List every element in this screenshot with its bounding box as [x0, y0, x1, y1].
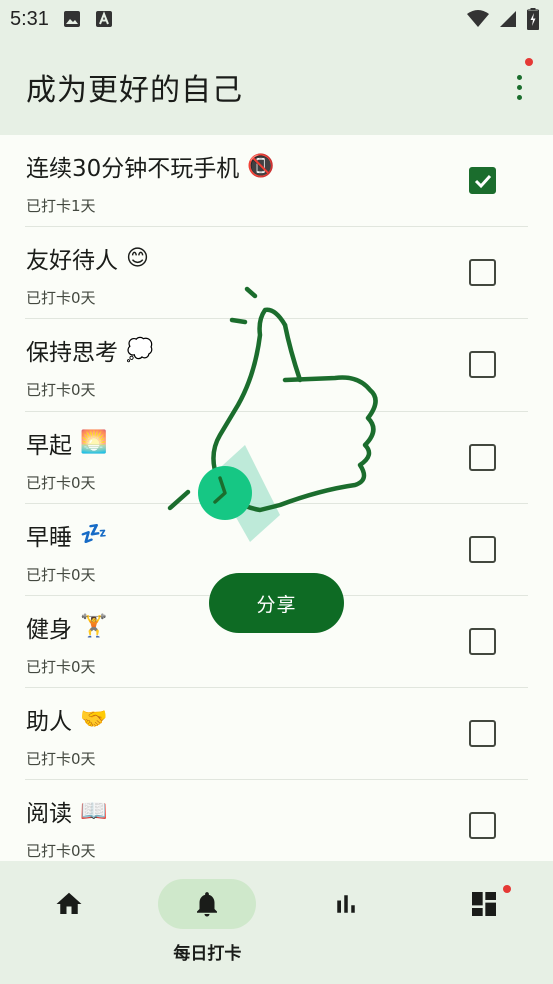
- nav-label: 每日打卡: [173, 944, 242, 964]
- nav-item-home[interactable]: [0, 861, 138, 984]
- list-item[interactable]: 连续30分钟不玩手机 📵 已打卡1天: [25, 135, 528, 228]
- dashboard-icon: [471, 892, 496, 916]
- menu-dot: [516, 84, 522, 90]
- habit-list[interactable]: 连续30分钟不玩手机 📵 已打卡1天 友好待人 😊 已打卡0天 保持思考 💭 已打卡0…: [0, 135, 553, 861]
- notification-badge: [502, 885, 511, 893]
- habit-checkbox[interactable]: [469, 259, 496, 287]
- status-time: 5:31: [10, 7, 49, 30]
- wifi-icon: [467, 10, 489, 28]
- signal-icon: [499, 10, 517, 28]
- habit-days: 已打卡0天: [26, 473, 96, 492]
- list-item[interactable]: 早起 🌅 已打卡0天: [25, 412, 528, 504]
- habit-days: 已打卡0天: [26, 657, 96, 676]
- menu-dot: [516, 74, 522, 80]
- habit-checkbox[interactable]: [469, 627, 496, 655]
- bottom-nav: 每日打卡: [0, 861, 553, 984]
- habit-days: 已打卡0天: [26, 750, 96, 769]
- habit-name: 早起: [26, 432, 72, 459]
- habit-name: 连续30分钟不玩手机: [26, 156, 240, 182]
- habit-name: 保持思考: [26, 340, 118, 367]
- list-item[interactable]: 助人 🤝 已打卡0天: [25, 688, 528, 781]
- habit-name: 健身: [26, 616, 72, 643]
- image-icon: [63, 10, 81, 28]
- list-item[interactable]: 保持思考 💭 已打卡0天: [25, 319, 528, 412]
- bar-chart-icon: [336, 895, 355, 913]
- nav-item-dashboard[interactable]: [415, 861, 553, 984]
- habit-days: 已打卡0天: [26, 289, 96, 308]
- habit-checkbox[interactable]: [469, 720, 496, 748]
- habit-checkbox[interactable]: [469, 351, 496, 379]
- habit-days: 已打卡0天: [26, 842, 96, 861]
- battery-charging-icon: [527, 8, 539, 30]
- habit-emoji: 📖: [80, 798, 108, 824]
- nav-item-stats[interactable]: [277, 861, 415, 984]
- more-vert-icon[interactable]: [507, 58, 533, 102]
- text-a-icon: [95, 10, 113, 28]
- list-item[interactable]: 阅读 📖 已打卡0天: [25, 780, 528, 861]
- habit-checkbox[interactable]: [469, 443, 496, 471]
- habit-emoji: 💭: [126, 337, 154, 363]
- habit-emoji: 🏋️: [80, 614, 108, 640]
- habit-checkbox[interactable]: [469, 812, 496, 840]
- habit-name: 友好待人: [26, 248, 118, 275]
- habit-days: 已打卡0天: [26, 565, 96, 584]
- app-bar: 成为更好的自己: [0, 38, 553, 135]
- list-item[interactable]: 友好待人 😊 已打卡0天: [25, 227, 528, 320]
- menu-dot: [516, 94, 522, 100]
- habit-emoji: 🌅: [80, 430, 108, 456]
- share-button[interactable]: 分享: [209, 573, 344, 633]
- habit-emoji: 😊: [126, 245, 149, 271]
- bell-icon: [197, 892, 218, 917]
- page-title: 成为更好的自己: [26, 72, 243, 108]
- notification-badge: [525, 58, 533, 66]
- habit-days: 已打卡0天: [26, 381, 96, 400]
- habit-emoji: 🤝: [80, 706, 108, 732]
- habit-checkbox[interactable]: [469, 535, 496, 563]
- habit-name: 早睡: [26, 524, 72, 551]
- habit-days: 已打卡1天: [26, 197, 96, 215]
- nav-item-daily-checkin[interactable]: 每日打卡: [138, 861, 276, 984]
- habit-emoji: 💤: [80, 522, 108, 548]
- habit-checkbox[interactable]: [469, 167, 496, 194]
- status-bar: 5:31: [0, 0, 553, 38]
- habit-name: 助人: [26, 709, 72, 736]
- home-icon: [56, 892, 82, 914]
- check-icon: [474, 174, 491, 188]
- habit-name: 阅读: [26, 801, 72, 828]
- habit-emoji: 📵: [247, 153, 275, 179]
